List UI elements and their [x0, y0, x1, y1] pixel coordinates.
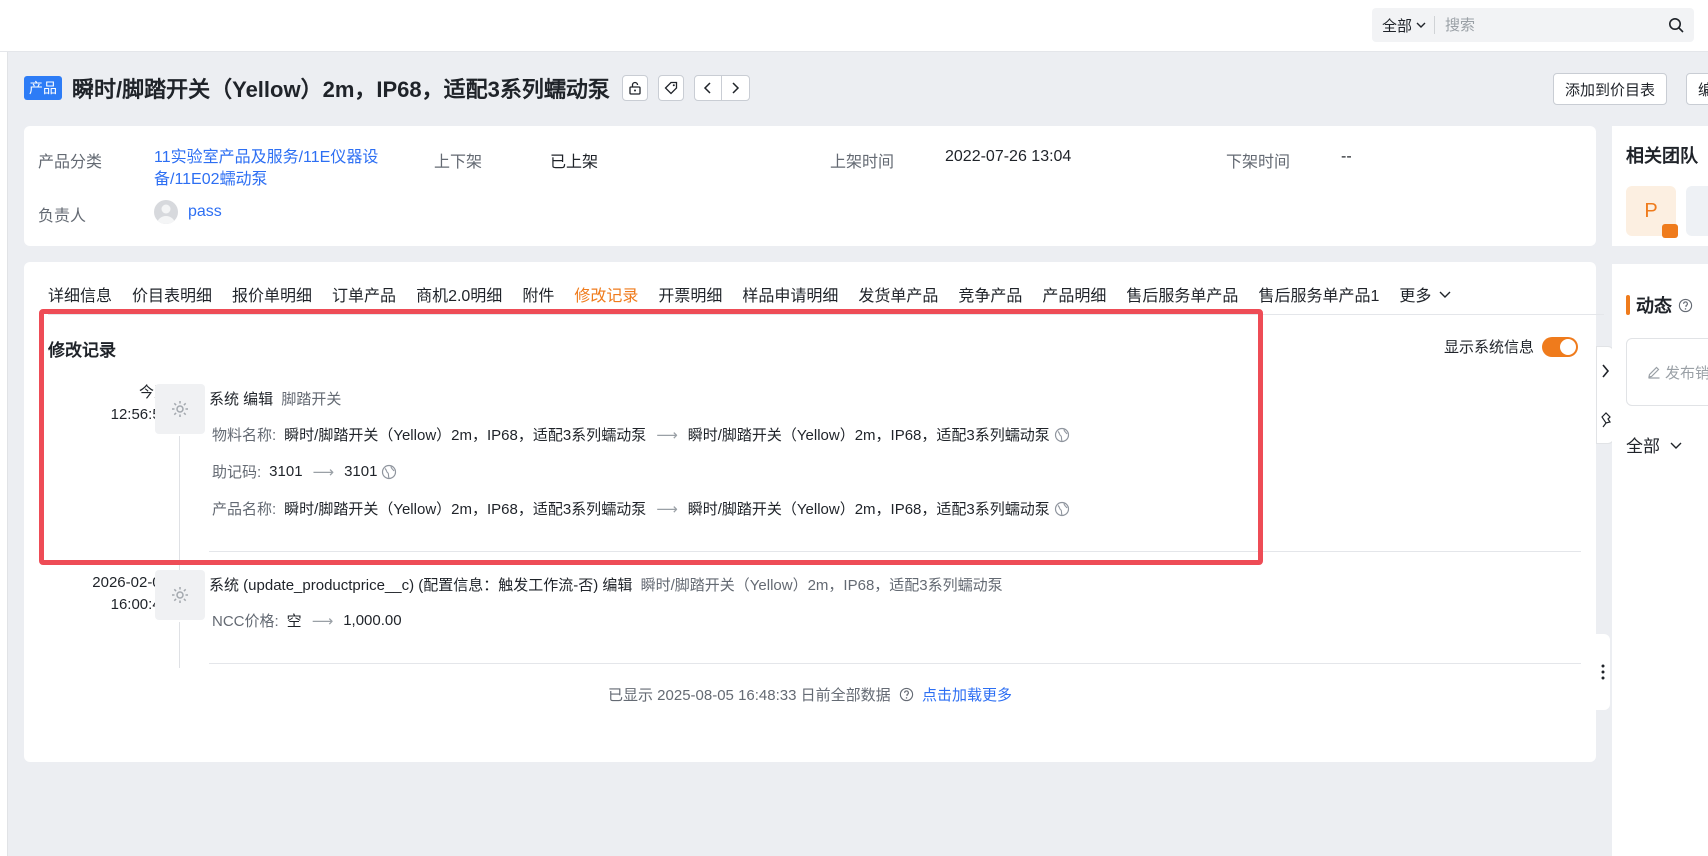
edit-button[interactable]: 编: [1686, 73, 1708, 105]
entry-2-actor-action: 系统 (update_productprice__c) (配置信息：触发工作流-…: [209, 577, 633, 594]
search-scope-label: 全部: [1382, 17, 1413, 35]
entry-2-timestamp: 2026-02-09 16:00:49: [64, 572, 169, 616]
previous-record-button[interactable]: [695, 76, 722, 100]
change-old-value: 空: [286, 613, 302, 630]
record-header: 产品 瞬时/脚踏开关（Yellow）2m，IP68，适配3系列蠕动泵: [24, 72, 750, 104]
on-time-label: 上架时间: [830, 154, 895, 171]
gear-icon: [172, 587, 188, 603]
timeline-line-2: [179, 622, 180, 668]
on-time-value: 2022-07-26 13:04: [945, 148, 1072, 165]
page-title: 瞬时/脚踏开关（Yellow）2m，IP68，适配3系列蠕动泵: [72, 77, 610, 102]
chevron-down-icon: [1439, 291, 1451, 298]
tab-9[interactable]: 发货单产品: [858, 282, 938, 312]
publish-label: 发布销: [1665, 364, 1708, 382]
add-to-pricelist-button[interactable]: 添加到价目表: [1553, 73, 1668, 105]
category-label: 产品分类: [38, 154, 103, 171]
chevron-down-icon: [1416, 22, 1426, 28]
shelf-value: 已上架: [550, 154, 599, 171]
activity-header: 动态: [1626, 292, 1693, 318]
entry-2-date: 2026-02-09: [92, 574, 169, 591]
shelf-label: 上下架: [434, 154, 483, 171]
activity-title: 动态: [1636, 296, 1672, 316]
team-member-avatar-2[interactable]: [1686, 186, 1708, 236]
tab-3[interactable]: 订单产品: [332, 282, 396, 312]
search-scope-select[interactable]: 全部: [1382, 16, 1436, 35]
team-member-avatar[interactable]: P: [1626, 186, 1678, 238]
entry-2-time: 16:00:49: [110, 596, 169, 613]
summary-card: 产品分类 11实验室产品及服务/11E仪器设 备/11E02蠕动泵 上下架 已上架…: [24, 126, 1596, 246]
tab-13[interactable]: 售后服务单产品1: [1258, 282, 1379, 312]
change-new-value: 1,000.00: [343, 612, 402, 629]
search-input[interactable]: [1445, 16, 1646, 34]
load-more-link[interactable]: 点击加载更多: [922, 687, 1012, 704]
tab-more[interactable]: 更多: [1399, 282, 1451, 312]
activity-filter-label: 全部: [1626, 437, 1660, 456]
chevron-right-icon: [732, 82, 740, 94]
tab-bar: 详细信息 价目表明细 报价单明细 订单产品 商机2.0明细 附件 修改记录 开票明细 样品申请明…: [48, 274, 1471, 312]
tab-5[interactable]: 附件: [522, 282, 554, 312]
owner-link[interactable]: pass: [188, 201, 222, 223]
change-field: NCC价格:: [212, 613, 279, 630]
unlock-icon: [629, 81, 641, 95]
resize-handle[interactable]: [1596, 634, 1610, 710]
tab-2[interactable]: 报价单明细: [232, 282, 312, 312]
top-bar: 全部: [0, 0, 1708, 52]
global-search: 全部: [1372, 8, 1694, 42]
help-icon[interactable]: [1678, 298, 1693, 313]
category-link[interactable]: 11实验室产品及服务/11E仪器设 备/11E02蠕动泵: [154, 147, 378, 191]
tag-icon: [664, 81, 678, 95]
object-type-badge: 产品: [24, 76, 62, 100]
off-time-label: 下架时间: [1226, 154, 1291, 171]
tag-button[interactable]: [657, 75, 684, 101]
user-icon: [157, 204, 175, 224]
next-record-button[interactable]: [722, 76, 749, 100]
entry-2-header: 系统 (update_productprice__c) (配置信息：触发工作流-…: [209, 574, 1003, 595]
entry-separator: [209, 663, 1581, 664]
tab-7[interactable]: 开票明细: [658, 282, 722, 312]
highlight-frame: [39, 309, 1263, 565]
related-team-title: 相关团队: [1626, 146, 1698, 166]
publish-activity-box[interactable]: 发布销: [1626, 338, 1708, 406]
off-time-value: --: [1341, 148, 1352, 165]
load-status: 已显示 2025-08-05 16:48:33 日前全部数据 点击加载更多: [24, 684, 1596, 705]
crown-icon: [1662, 224, 1678, 238]
tab-more-label: 更多: [1399, 288, 1432, 305]
show-system-info: 显示系统信息: [1444, 336, 1579, 357]
left-sidebar-edge: [0, 52, 8, 856]
tab-0[interactable]: 详细信息: [48, 282, 112, 312]
arrow-right-icon: ⟶: [311, 612, 334, 630]
team-member-initial: P: [1644, 199, 1658, 222]
entry-2-change-1: NCC价格: 空 ⟶ 1,000.00: [212, 610, 402, 631]
tab-11[interactable]: 产品明细: [1042, 282, 1106, 312]
owner-label: 负责人: [38, 208, 87, 225]
activity-filter[interactable]: 全部: [1626, 432, 1682, 457]
right-panel: 相关团队 P 动态 发布销 全部: [1612, 126, 1708, 856]
chevron-left-icon: [703, 82, 711, 94]
owner-avatar: [154, 200, 178, 224]
accent-bar: [1626, 295, 1630, 315]
record-navigation: [693, 75, 750, 101]
chevron-down-icon: [1670, 442, 1682, 449]
edit-icon: [1648, 366, 1660, 379]
panel-gap: [1612, 246, 1708, 264]
help-icon: [899, 687, 913, 702]
category-line-1: 11实验室产品及服务/11E仪器设: [154, 149, 379, 166]
tab-1[interactable]: 价目表明细: [132, 282, 212, 312]
search-icon[interactable]: [1668, 17, 1684, 33]
tab-8[interactable]: 样品申请明细: [742, 282, 838, 312]
show-system-info-toggle[interactable]: [1542, 336, 1579, 357]
entry-2-target: 瞬时/脚踏开关（Yellow）2m，IP68，适配3系列蠕动泵: [640, 577, 1003, 594]
lock-button[interactable]: [621, 75, 648, 101]
tab-12[interactable]: 售后服务单产品: [1126, 282, 1238, 312]
entry-2-system-avatar: [155, 570, 205, 620]
tab-6[interactable]: 修改记录: [574, 282, 639, 312]
tab-10[interactable]: 竞争产品: [958, 282, 1022, 312]
show-system-info-label: 显示系统信息: [1444, 339, 1535, 356]
category-line-2: 备/11E02蠕动泵: [154, 171, 268, 188]
more-vertical-icon: [1601, 664, 1605, 680]
tab-4[interactable]: 商机2.0明细: [416, 282, 502, 312]
load-status-text: 已显示 2025-08-05 16:48:33 日前全部数据: [608, 687, 891, 704]
